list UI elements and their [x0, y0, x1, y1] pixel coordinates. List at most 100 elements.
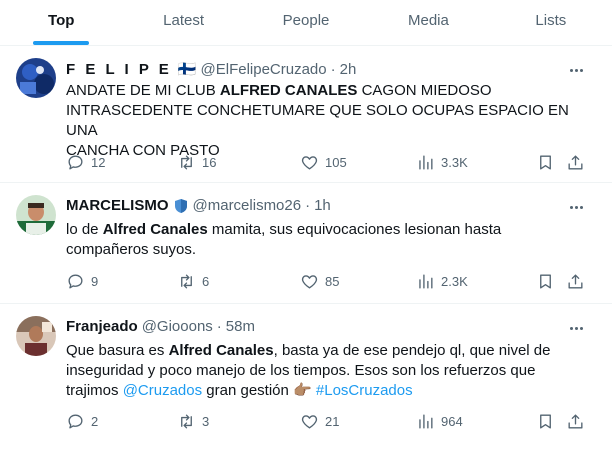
user-handle[interactable]: @ElFelipeCruzado	[201, 61, 327, 78]
retweet-button[interactable]: 3	[177, 412, 209, 431]
share-icon	[568, 274, 583, 289]
text-segment: , basta ya de ese pendejo ql, que nivel …	[273, 342, 551, 359]
view-count: 2.3K	[441, 274, 468, 289]
more-options-icon[interactable]	[566, 318, 586, 338]
bookmark-icon	[540, 155, 551, 170]
bookmark-button[interactable]	[536, 272, 555, 291]
retweet-count: 16	[202, 155, 217, 170]
retweet-button[interactable]: 16	[177, 153, 216, 172]
separator: ·	[330, 60, 336, 78]
text-bold: Alfred Canales	[168, 342, 274, 359]
bar-chart-icon	[419, 414, 433, 429]
tweet-header: MARCELISMO @marcelismo26 · 1h	[66, 197, 331, 214]
avatar[interactable]	[16, 316, 56, 356]
share-icon	[568, 155, 583, 170]
reply-count: 9	[91, 274, 99, 289]
text-line: INTRASCEDENTE CONCHETUMARE QUE SOLO OCUP…	[66, 102, 569, 139]
like-button[interactable]: 85	[300, 272, 339, 291]
retweet-icon	[181, 155, 192, 170]
shield-icon	[173, 198, 189, 214]
heart-icon	[301, 156, 318, 170]
views-button[interactable]: 964	[416, 412, 463, 431]
reply-button[interactable]: 2	[66, 412, 98, 431]
text-segment: mamita, sus equivocaciones lesionan hast…	[207, 221, 502, 238]
text-line: compañeros suyos.	[66, 241, 197, 258]
bar-chart-icon	[419, 155, 433, 170]
views-button[interactable]: 2.3K	[416, 272, 468, 291]
tweet-text: ANDATE DE MI CLUB ALFRED CANALES CAGON M…	[66, 81, 590, 161]
tab-latest[interactable]: Latest	[122, 0, 244, 45]
text-segment: lo de	[66, 221, 103, 238]
tab-people[interactable]: People	[245, 0, 367, 45]
tab-top-label: Top	[48, 12, 75, 29]
text-segment: Que basura es	[66, 342, 169, 359]
tweet-actions: 2 3 21 964	[60, 412, 590, 432]
bookmark-button[interactable]	[536, 153, 555, 172]
like-count: 105	[325, 155, 347, 170]
retweet-icon	[181, 414, 192, 429]
bookmark-button[interactable]	[536, 412, 555, 431]
timestamp[interactable]: 1h	[314, 197, 331, 214]
tab-people-label: People	[282, 12, 330, 29]
heart-icon	[301, 275, 318, 289]
like-count: 85	[325, 274, 340, 289]
tweet-header: Franjeado @Giooons · 58m	[66, 318, 255, 335]
bar-chart-icon	[419, 274, 433, 289]
search-tabs: Top Latest People Media Lists	[0, 0, 612, 46]
tweet[interactable]: F E L I P E 🇫🇮 @ElFelipeCruzado · 2h AND…	[0, 46, 612, 183]
text-segment: trajimos	[66, 382, 123, 399]
tab-latest-label: Latest	[163, 12, 205, 29]
timestamp[interactable]: 58m	[226, 318, 255, 335]
separator: ·	[305, 197, 311, 214]
text-line: inseguridad y poco manejo de los tiempos…	[66, 362, 536, 379]
avatar[interactable]	[16, 195, 56, 235]
reply-count: 2	[91, 414, 99, 429]
tweet[interactable]: Franjeado @Giooons · 58m Que basura es A…	[0, 304, 612, 449]
pointing-hand-emoji: 👉🏽	[293, 382, 312, 399]
bookmark-icon	[540, 274, 551, 289]
retweet-button[interactable]: 6	[177, 272, 209, 291]
flag-emoji: 🇫🇮	[177, 61, 197, 78]
more-options-icon[interactable]	[566, 197, 586, 217]
more-options-icon[interactable]	[566, 60, 586, 80]
tab-lists-label: Lists	[535, 12, 567, 29]
reply-button[interactable]: 9	[66, 272, 98, 291]
tab-media[interactable]: Media	[367, 0, 489, 45]
tweet-actions: 9 6 85 2.3K	[60, 272, 590, 292]
display-name[interactable]: Franjeado	[66, 318, 138, 335]
user-handle[interactable]: @marcelismo26	[193, 197, 302, 214]
hashtag-link[interactable]: #LosCruzados	[316, 382, 413, 399]
tab-top[interactable]: Top	[0, 0, 122, 45]
share-icon	[568, 414, 583, 429]
like-count: 21	[325, 414, 340, 429]
heart-icon	[301, 415, 318, 429]
text-bold: ALFRED CANALES	[219, 82, 358, 99]
retweet-count: 3	[202, 414, 210, 429]
views-button[interactable]: 3.3K	[416, 153, 468, 172]
like-button[interactable]: 21	[300, 412, 339, 431]
view-count: 3.3K	[441, 155, 468, 170]
display-name[interactable]: F E L I P E	[66, 61, 172, 78]
timestamp[interactable]: 2h	[340, 61, 357, 78]
share-button[interactable]	[566, 272, 585, 291]
tweet[interactable]: MARCELISMO @marcelismo26 · 1h lo de Alfr…	[0, 183, 612, 304]
retweet-count: 6	[202, 274, 210, 289]
share-button[interactable]	[566, 412, 585, 431]
like-button[interactable]: 105	[300, 153, 347, 172]
display-name[interactable]: MARCELISMO	[66, 197, 169, 214]
tab-media-label: Media	[407, 12, 449, 29]
reply-icon	[68, 155, 83, 170]
share-button[interactable]	[566, 153, 585, 172]
bookmark-icon	[540, 414, 551, 429]
tab-active-indicator	[33, 41, 90, 45]
reply-icon	[68, 274, 83, 289]
reply-button[interactable]: 12	[66, 153, 105, 172]
view-count: 964	[441, 414, 463, 429]
avatar[interactable]	[16, 58, 56, 98]
user-handle[interactable]: @Giooons	[142, 318, 213, 335]
tab-lists[interactable]: Lists	[490, 0, 612, 45]
reply-count: 12	[91, 155, 106, 170]
mention-link[interactable]: @Cruzados	[123, 382, 202, 399]
text-segment: gran gestión	[202, 382, 294, 399]
tweet-actions: 12 16 105 3.3K	[60, 153, 590, 173]
